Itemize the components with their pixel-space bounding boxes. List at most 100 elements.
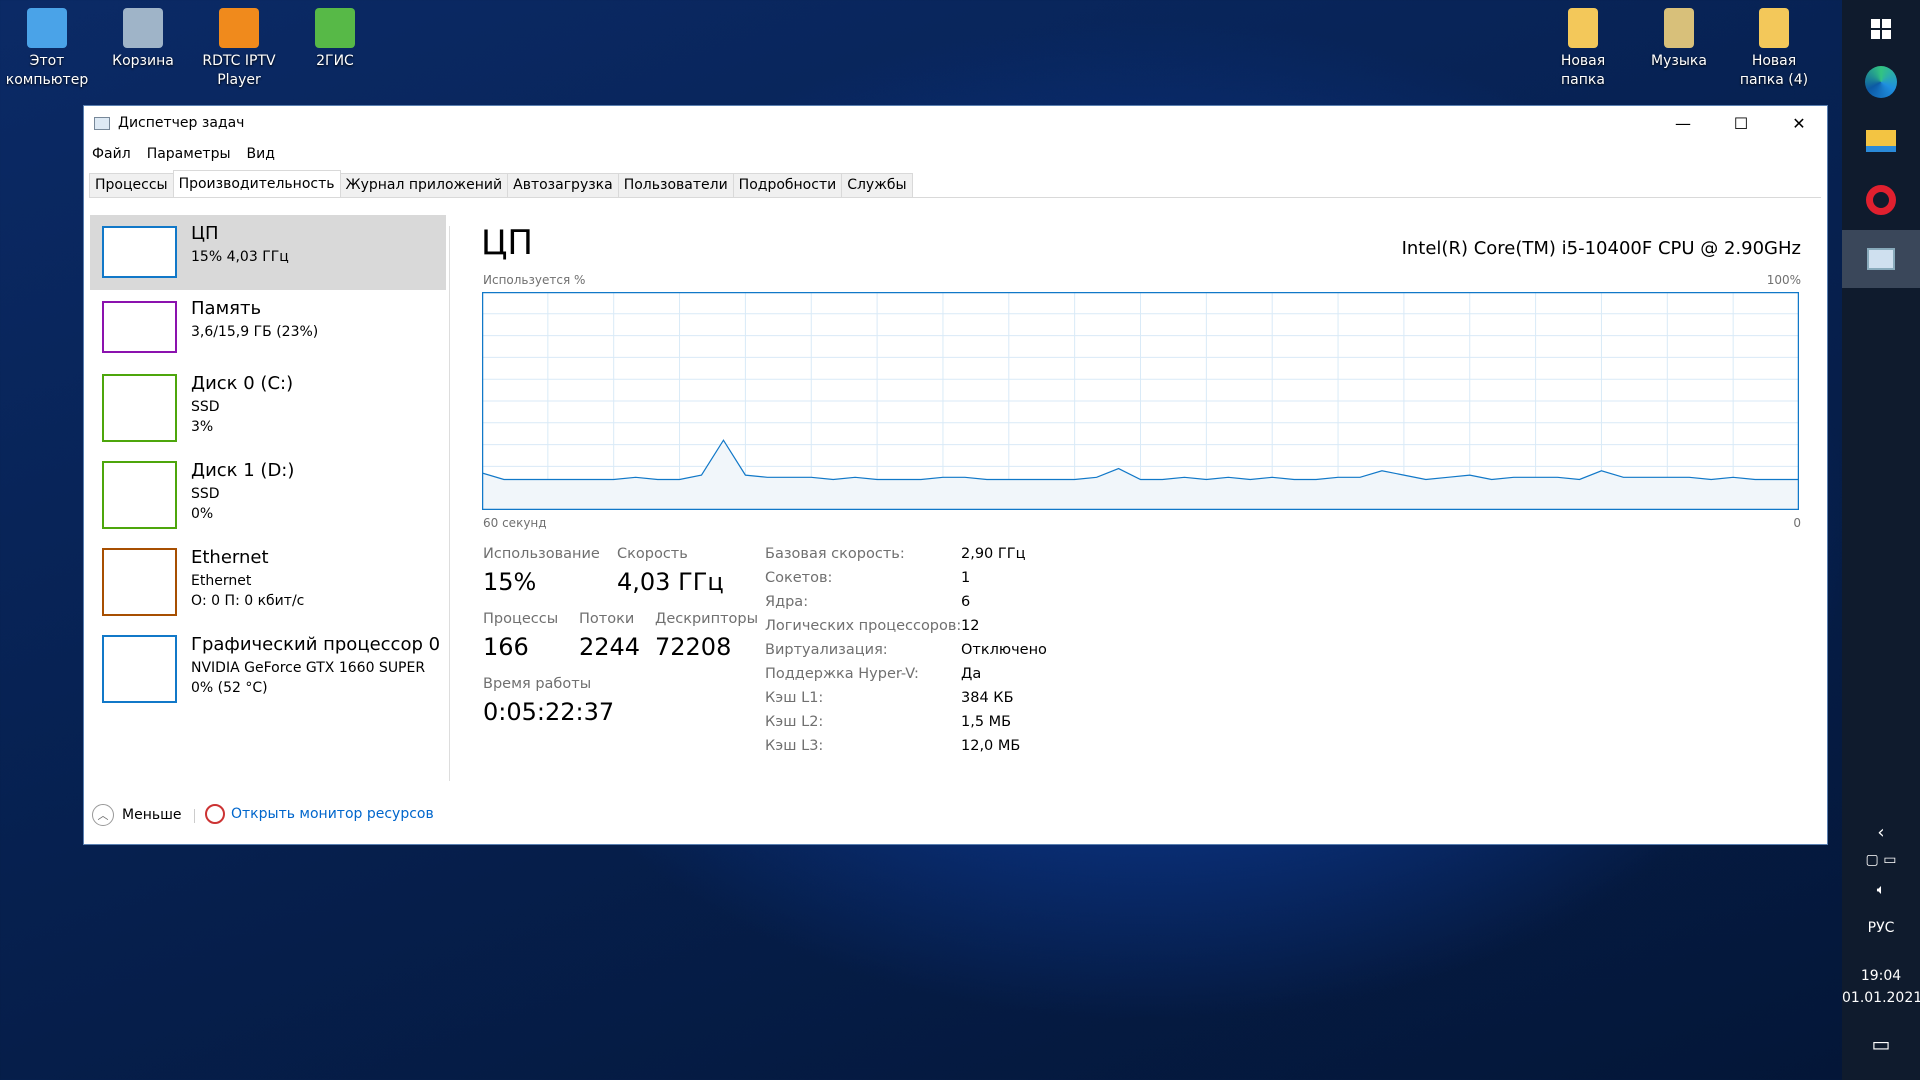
menu-file[interactable]: Файл [92,146,131,162]
action-center-icon[interactable]: ▭ [1842,1032,1920,1056]
show-hidden-icons-chevron-icon[interactable]: ‹ [1842,822,1920,843]
desktop-icon-label: Новая папка [1560,53,1606,88]
desktop-icon[interactable]: Этот компьютер [2,6,92,90]
folder-icon [1568,8,1598,48]
desktop-icon[interactable]: Новая папка (4) [1729,6,1819,90]
resource-item[interactable]: Диск 1 (D:) SSD 0% [90,452,446,539]
tray-icons[interactable]: ▢ ▭ [1842,852,1920,868]
fewer-details-button[interactable]: ︿ Меньше [92,804,182,826]
resource-line2: О: 0 П: 0 кбит/с [191,593,305,609]
tab-services[interactable]: Службы [841,173,913,197]
threads-label: Потоки [579,611,635,627]
desktop-icon-label: RDTC IPTV Player [202,53,276,88]
processes-value: 166 [483,633,529,661]
uptime-value: 0:05:22:37 [483,698,615,726]
usage-label: Использование [483,546,600,562]
resource-line1: SSD [191,399,220,415]
desktop-icon[interactable]: Корзина [98,6,188,71]
tab-processes[interactable]: Процессы [89,173,174,197]
resource-thumbnail-graph [102,635,177,703]
open-resource-monitor-link[interactable]: Открыть монитор ресурсов [205,804,434,824]
music-folder-icon [1664,8,1694,48]
tab-performance[interactable]: Производительность [172,170,341,196]
cpu-usage-graph [482,292,1799,510]
chevron-up-icon: ︿ [92,804,114,826]
spec-value: 1 [961,570,971,586]
resource-line1: 3,6/15,9 ГБ (23%) [191,324,319,340]
desktop-icon[interactable]: RDTC IPTV Player [194,6,284,90]
title-bar: Диспетчер задач [84,106,1827,140]
resource-line1: NVIDIA GeForce GTX 1660 SUPER [191,660,426,676]
resource-name: Графический процессор 0 [191,634,441,655]
processes-label: Процессы [483,611,559,627]
2gis-icon [315,8,355,48]
resource-name: Ethernet [191,547,269,568]
spec-label: Ядра: [765,594,809,610]
taskbar: ‹ ▢ ▭ 🔈︎ РУС 19:04 01.01.2021 ▭ [1842,0,1920,1080]
resource-item[interactable]: Графический процессор 0 NVIDIA GeForce G… [90,626,446,713]
file-explorer-icon[interactable] [1842,112,1920,170]
tab-bar: Процессы Производительность Журнал прило… [89,170,1821,198]
desktop-icon-label: Музыка [1651,53,1707,69]
windows-start-icon[interactable] [1842,0,1920,58]
resource-line2: 3% [191,419,214,435]
spec-label: Сокетов: [765,570,833,586]
desktop-icon[interactable]: Музыка [1634,6,1724,71]
spec-value: 1,5 МБ [961,714,1012,730]
spec-label: Виртуализация: [765,642,888,658]
close-button[interactable]: ✕ [1770,106,1828,140]
volume-icon[interactable]: 🔈︎ [1842,882,1920,898]
clock-time[interactable]: 19:04 [1842,968,1920,984]
edge-icon[interactable] [1842,53,1920,111]
desktop-icon-label: Новая папка (4) [1739,53,1809,88]
spec-value: 12,0 МБ [961,738,1021,754]
recycle-bin-icon [123,8,163,48]
graph-time-label: 60 секунд [483,516,547,530]
spec-value: Отключено [961,642,1047,658]
fewer-details-label: Меньше [122,807,182,823]
menu-view[interactable]: Вид [247,146,275,162]
task-manager-icon[interactable] [1842,230,1920,288]
resource-item[interactable]: ЦП 15% 4,03 ГГц [90,215,446,290]
resource-item[interactable]: Диск 0 (C:) SSD 3% [90,365,446,452]
iptv-player-icon [219,8,259,48]
desktop-icon-label: Этот компьютер [5,53,89,88]
spec-label: Кэш L1: [765,690,824,706]
resource-item[interactable]: Память 3,6/15,9 ГБ (23%) [90,290,446,365]
spec-value: Да [961,666,982,682]
maximize-button[interactable]: ☐ [1712,106,1770,140]
spec-value: 384 КБ [961,690,1014,706]
tab-app-history[interactable]: Журнал приложений [339,173,509,197]
detail-title: ЦП [481,223,533,263]
resource-thumbnail-graph [102,374,177,442]
panel-divider [449,226,450,781]
clock-date[interactable]: 01.01.2021 [1842,990,1920,1006]
spec-label: Логических процессоров: [765,618,962,634]
tab-details[interactable]: Подробности [732,173,843,197]
resource-name: Память [191,298,262,319]
desktop-icon[interactable]: Новая папка [1538,6,1628,90]
folder-icon [1759,8,1789,48]
desktop-icon[interactable]: 2ГИС [290,6,380,71]
spec-value: 6 [961,594,971,610]
tab-users[interactable]: Пользователи [617,173,734,197]
resource-line1: Ethernet [191,573,252,589]
footer-separator [194,809,195,823]
minimize-button[interactable]: — [1654,106,1712,140]
resource-line1: 15% 4,03 ГГц [191,249,289,265]
resource-item[interactable]: Ethernet Ethernet О: 0 П: 0 кбит/с [90,539,446,626]
menu-options[interactable]: Параметры [147,146,231,162]
resource-name: Диск 0 (C:) [191,373,294,394]
handles-label: Дескрипторы [655,611,759,627]
speed-value: 4,03 ГГц [617,568,724,596]
usage-value: 15% [483,568,537,596]
app-icon [94,116,110,130]
window-title: Диспетчер задач [118,115,245,131]
spec-label: Базовая скорость: [765,546,905,562]
language-indicator[interactable]: РУС [1842,920,1920,936]
menu-bar: Файл Параметры Вид [92,146,275,162]
tab-startup[interactable]: Автозагрузка [507,173,619,197]
spec-label: Кэш L3: [765,738,824,754]
opera-icon[interactable] [1842,171,1920,229]
resource-monitor-icon [205,804,225,824]
